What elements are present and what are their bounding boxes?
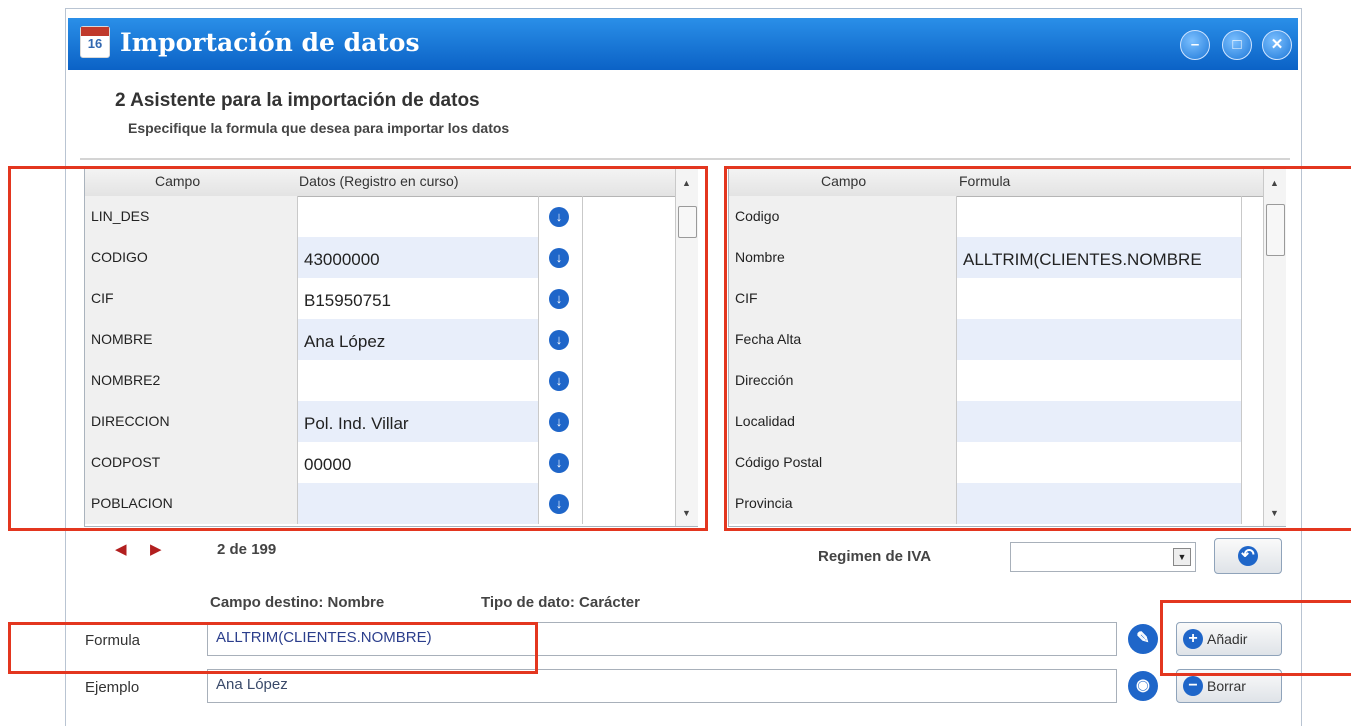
delete-button-label: Borrar: [1207, 678, 1246, 694]
highlight-add-button: [1160, 600, 1351, 676]
campo-destino-label: Campo destino: Nombre: [210, 594, 385, 611]
divider: [80, 158, 1290, 160]
next-record-icon[interactable]: ▶: [150, 540, 162, 558]
undo-arrow-icon: ↶: [1238, 546, 1258, 566]
step-subtitle: Especifique la formula que desea para im…: [128, 120, 510, 136]
maximize-icon[interactable]: □: [1222, 30, 1252, 60]
record-counter: 2 de 199: [217, 541, 276, 558]
ejemplo-field: Ana López: [207, 669, 1117, 703]
tipo-dato-label: Tipo de dato: Carácter: [481, 594, 640, 611]
eye-preview-icon[interactable]: ◉: [1128, 671, 1158, 701]
back-button[interactable]: ↶: [1214, 538, 1282, 574]
app-calendar-icon: 16: [80, 26, 110, 58]
edit-pencil-icon[interactable]: ✎: [1128, 624, 1158, 654]
regimen-iva-label: Regimen de IVA: [818, 548, 932, 565]
highlight-source-grid: [8, 166, 708, 531]
record-current: 2: [217, 541, 226, 558]
record-total: 199: [251, 541, 277, 558]
highlight-formula: [8, 622, 538, 674]
ejemplo-label: Ejemplo: [85, 679, 140, 696]
record-of-label: de: [229, 541, 248, 558]
window-title: Importación de datos: [120, 28, 420, 57]
prev-record-icon[interactable]: ◀: [115, 540, 127, 558]
step-title: 2 Asistente para la importación de datos: [115, 90, 480, 111]
close-icon[interactable]: ✕: [1262, 30, 1292, 60]
highlight-target-grid: [724, 166, 1351, 531]
minus-icon: −: [1183, 676, 1203, 696]
minimize-icon[interactable]: –: [1180, 30, 1210, 60]
chevron-down-icon[interactable]: ▼: [1173, 548, 1191, 566]
regimen-iva-select[interactable]: ▼: [1010, 542, 1196, 572]
